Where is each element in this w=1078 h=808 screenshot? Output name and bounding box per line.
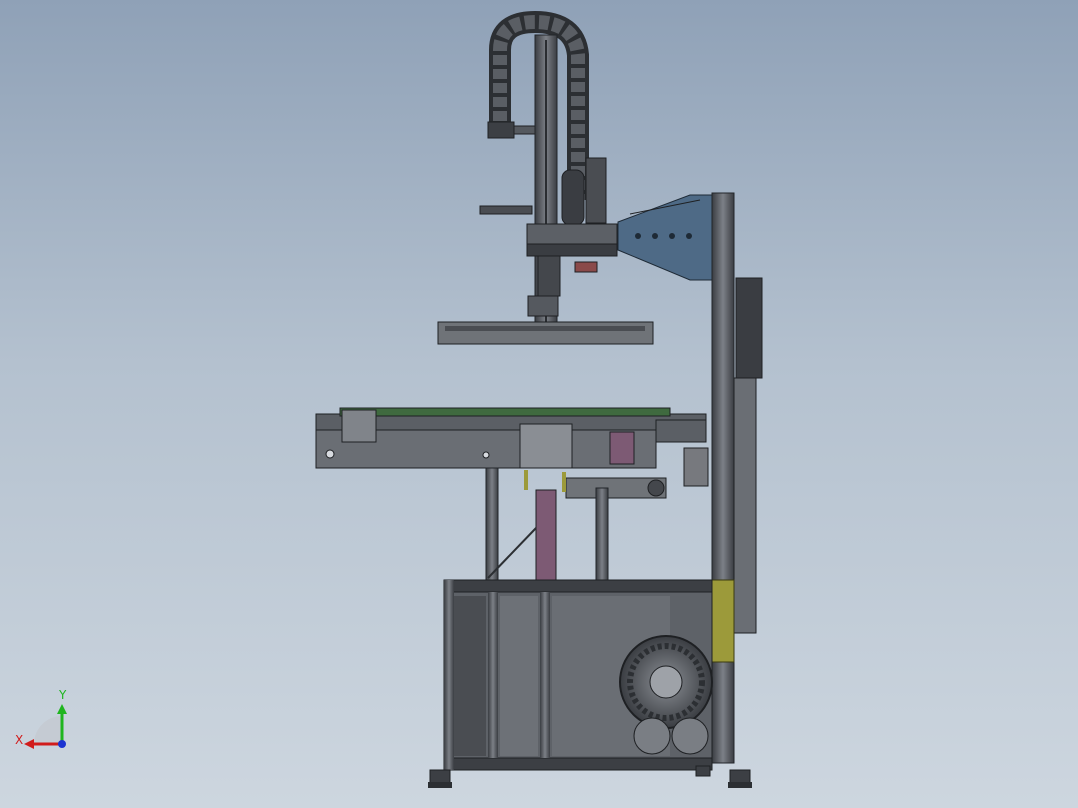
z-axis-dot [58, 740, 66, 748]
y-axis-label: Y [58, 688, 67, 702]
lift-cylinder [535, 489, 557, 581]
blower-fan [619, 635, 713, 755]
cylinder-block [609, 431, 635, 465]
mounting-plate [711, 579, 735, 663]
cad-viewport[interactable]: Y X [0, 0, 1078, 808]
x-axis-label: X [15, 733, 23, 747]
sensor-block [574, 261, 598, 273]
